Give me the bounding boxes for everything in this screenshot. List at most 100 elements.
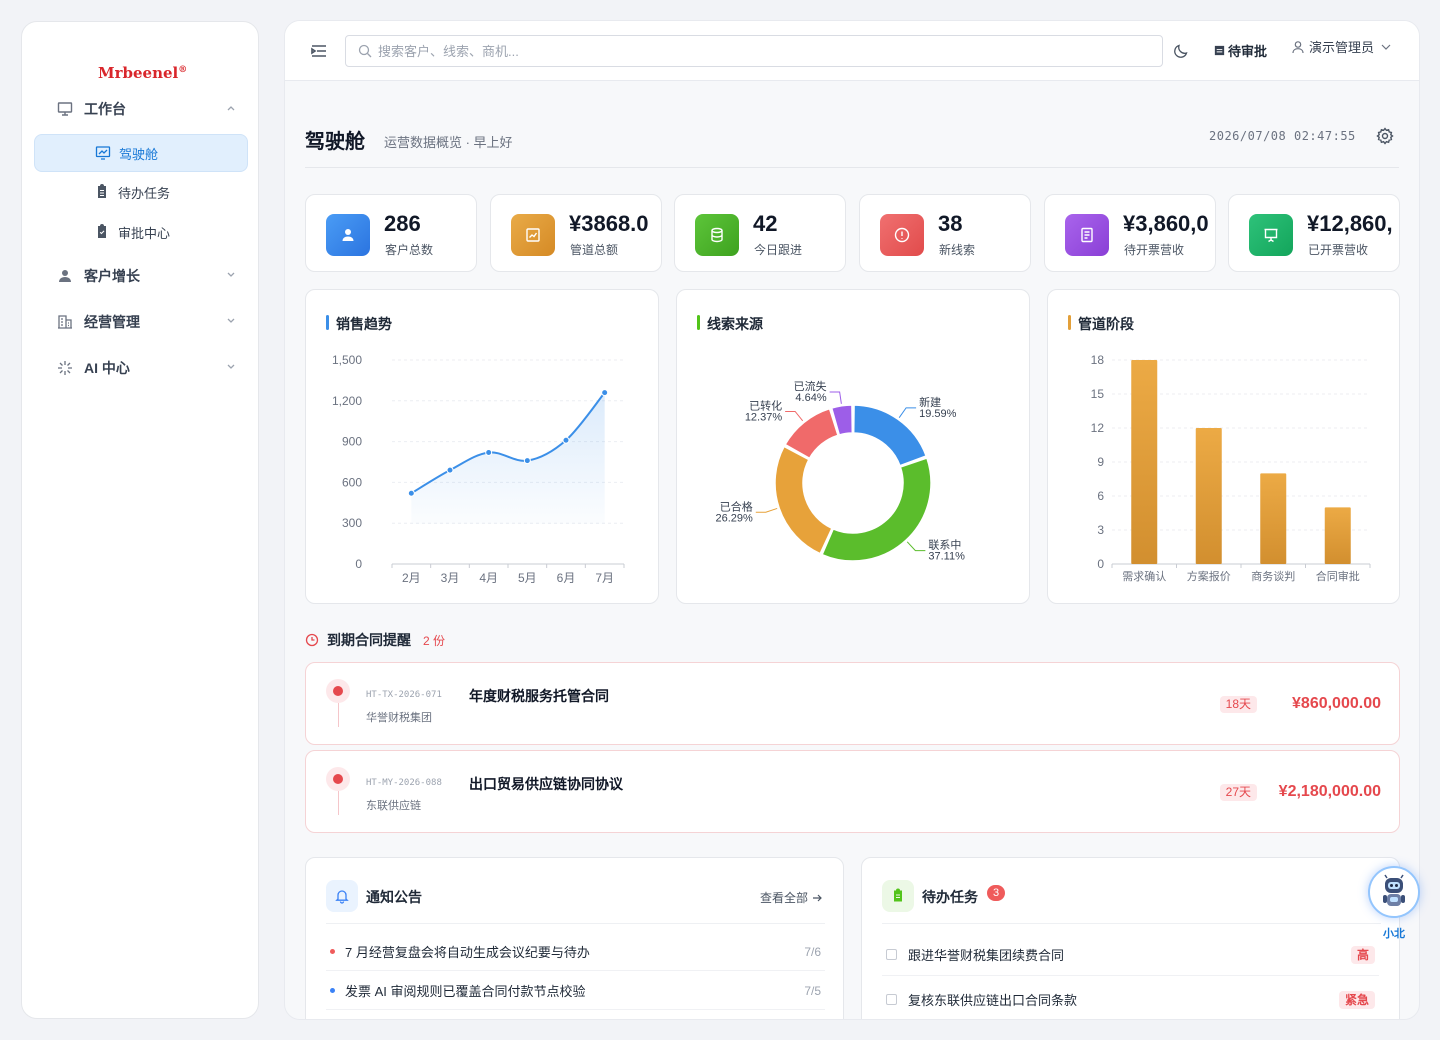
chevron-up-icon (227, 106, 235, 111)
document-icon (1081, 227, 1093, 243)
pending-approval-button[interactable]: 待审批 (1213, 41, 1267, 60)
timeline-stem (338, 703, 339, 727)
sidebar-item-todo[interactable]: 待办任务 (34, 173, 248, 211)
x-tick-label: 4月 (479, 571, 498, 585)
moon-icon[interactable] (1173, 43, 1189, 59)
user-menu[interactable]: 演示管理员 (1291, 37, 1392, 56)
kpi-value: 38 (938, 211, 963, 236)
inbox-icon (1214, 45, 1225, 56)
pipeline-bar (1131, 360, 1158, 564)
clipboard-check-icon (98, 224, 106, 238)
contract-amount: ¥860,000.00 (1292, 695, 1381, 712)
pipeline-stage-card: 管道阶段 0 3 6 9 12 15 18 需求确认 方案报价 商务谈判 合同审批 (1047, 289, 1400, 604)
notice-item[interactable]: 7 月经营复盘会将自动生成会议纪要与待办 7/6 (326, 933, 825, 971)
kpi-card-pipeline[interactable]: ¥3868.0 管道总额 (490, 194, 662, 272)
brand-logo[interactable]: Mrbeenel® (98, 64, 187, 82)
kpi-label: 新线索 (939, 243, 976, 257)
search-input[interactable] (378, 43, 1162, 59)
sidebar-item-cockpit[interactable]: 驾驶舱 (34, 134, 248, 172)
y-tick-label: 0 (1097, 557, 1104, 571)
sidebar-group-label: 经营管理 (84, 314, 140, 330)
sidebar-group-ai-center[interactable]: AI 中心 (56, 350, 238, 386)
todo-item[interactable]: 复核东联供应链出口合同条款 紧急 (882, 979, 1379, 1019)
ai-assistant-label: 小北 (1383, 928, 1405, 940)
arrow-right-icon (813, 894, 822, 901)
gear-icon[interactable] (1376, 127, 1394, 145)
sidebar-group-operations[interactable]: 经营管理 (56, 304, 238, 340)
x-tick-label: 5月 (518, 571, 537, 585)
sales-area (411, 392, 605, 524)
clipboard-icon (882, 880, 914, 912)
donut-leader-line (755, 507, 778, 513)
kpi-card-invoiced[interactable]: ¥12,860, 已开票营收 (1228, 194, 1400, 272)
notice-date: 7/6 (804, 944, 821, 959)
y-tick-label: 1,500 (332, 353, 362, 367)
kpi-badge (326, 214, 370, 256)
sidebar-item-label: 待办任务 (118, 185, 171, 201)
contract-name: 出口贸易供应链协同协议 (469, 776, 623, 792)
sales-point (407, 489, 415, 497)
sidebar-group-workbench[interactable]: 工作台 (56, 91, 238, 127)
x-tick-label: 商务谈判 (1251, 569, 1295, 583)
notice-dot (330, 988, 335, 993)
brand-name: Mrbeenel (98, 64, 179, 82)
expiry-contract-row[interactable]: HT-TX-2026-071 年度财税服务托管合同 华誉财税集团 18天 ¥86… (305, 662, 1400, 745)
user-icon (342, 229, 354, 241)
todo-item[interactable]: 跟进华誉财税集团续费合同 高 (882, 934, 1379, 976)
slice-name-label: 已流失 (794, 379, 827, 393)
kpi-card-new-leads[interactable]: 38 新线索 (859, 194, 1031, 272)
pipeline-bar (1260, 473, 1287, 564)
slice-percent-label: 4.64% (795, 392, 826, 404)
kpi-label: 今日跟进 (754, 243, 803, 257)
trend-chart-icon (526, 228, 540, 242)
slice-percent-label: 37.11% (928, 551, 965, 563)
kpi-card-followups[interactable]: 42 今日跟进 (674, 194, 846, 272)
sidebar-item-approval[interactable]: 审批中心 (34, 213, 248, 251)
sidebar-group-label: AI 中心 (84, 360, 130, 376)
view-all-link[interactable]: 查看全部 (760, 889, 823, 906)
sales-point (446, 466, 454, 474)
todo-title: 待办任务 (922, 889, 978, 905)
pipeline-bar (1195, 428, 1222, 564)
kpi-value: ¥3,860,0 (1123, 211, 1209, 236)
chevron-down-icon (227, 272, 235, 277)
kpi-badge (1249, 214, 1293, 256)
notice-date: 7/5 (804, 983, 821, 998)
donut-leader-line (829, 391, 842, 404)
kpi-card-customers[interactable]: 286 客户总数 (305, 194, 477, 272)
sales-point (523, 457, 531, 465)
brand-reg-mark: ® (178, 65, 188, 75)
donut-slice (821, 457, 932, 562)
kpi-value: 286 (384, 211, 421, 236)
top-bar: 待审批 演示管理员 (285, 21, 1419, 81)
menu-fold-icon[interactable] (309, 41, 329, 61)
priority-badge: 紧急 (1338, 990, 1375, 1009)
notice-text: 发票 AI 审阅规则已覆盖合同付款节点校验 (345, 984, 586, 999)
notice-item[interactable]: 发票 AI 审阅规则已覆盖合同付款节点校验 7/5 (326, 972, 825, 1010)
sales-point (562, 436, 570, 444)
kpi-label: 管道总额 (570, 243, 619, 257)
timeline-stem (338, 791, 339, 815)
current-datetime: 2026/07/08 02:47:55 (1209, 129, 1356, 143)
slice-percent-label: 12.37% (745, 411, 783, 423)
slice-name-label: 新建 (919, 395, 941, 409)
ai-assistant-button[interactable] (1368, 866, 1420, 918)
contract-company: 华誉财税集团 (366, 712, 432, 724)
todo-checkbox[interactable] (886, 949, 897, 960)
notice-text: 7 月经营复盘会将自动生成会议纪要与待办 (345, 945, 590, 960)
kpi-value: ¥3868.0 (569, 211, 649, 236)
kpi-card-uninvoiced[interactable]: ¥3,860,0 待开票营收 (1044, 194, 1216, 272)
todo-panel: 待办任务 3 跟进华誉财税集团续费合同 高 复核东联供应链出口合同条款 紧急 (861, 857, 1400, 1019)
x-tick-label: 合同审批 (1316, 569, 1360, 583)
map-pin-icon (326, 767, 350, 791)
slice-percent-label: 19.59% (919, 408, 957, 420)
search-box (345, 35, 1163, 67)
sidebar-group-customer-growth[interactable]: 客户增长 (56, 258, 238, 294)
pipeline-stage-chart: 0 3 6 9 12 15 18 需求确认 方案报价 商务谈判 合同审批 (1091, 353, 1371, 583)
sales-point (485, 448, 493, 456)
todo-checkbox[interactable] (886, 994, 897, 1005)
user-outline-icon (1292, 40, 1304, 53)
expiry-contract-row[interactable]: HT-MY-2026-088 出口贸易供应链协同协议 东联供应链 27天 ¥2,… (305, 750, 1400, 833)
y-tick-label: 15 (1091, 387, 1105, 401)
kpi-badge (880, 214, 924, 256)
